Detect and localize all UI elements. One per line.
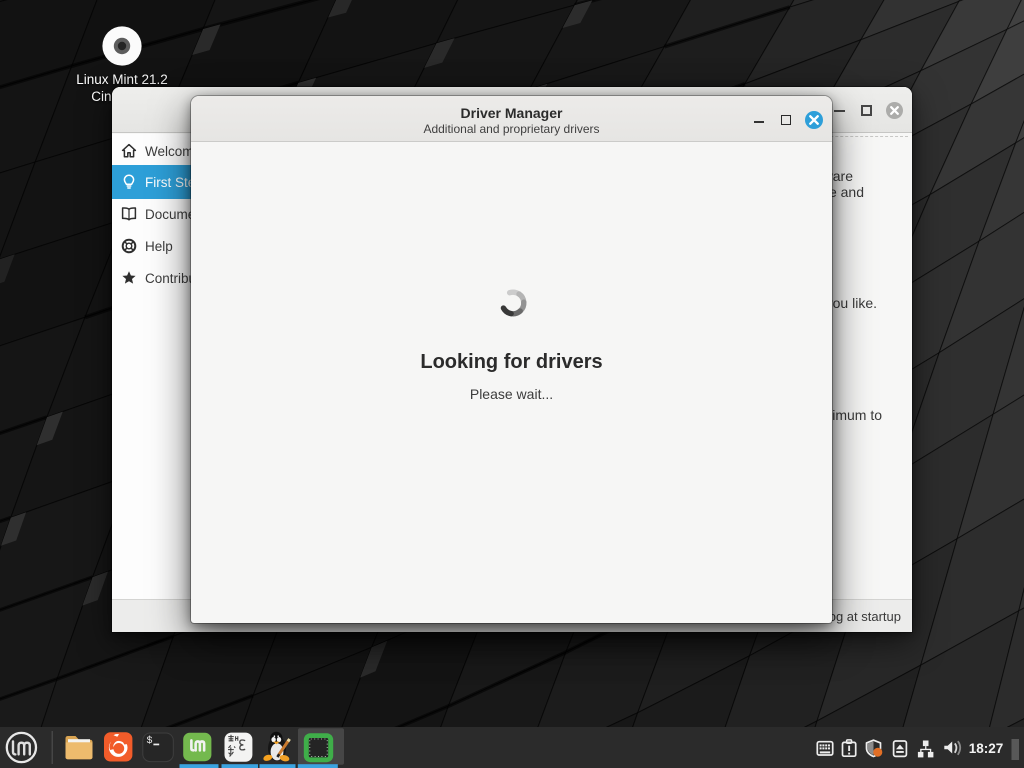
svg-text:18:27: 18:27 <box>969 741 1004 756</box>
svg-text:$: $ <box>147 735 153 747</box>
